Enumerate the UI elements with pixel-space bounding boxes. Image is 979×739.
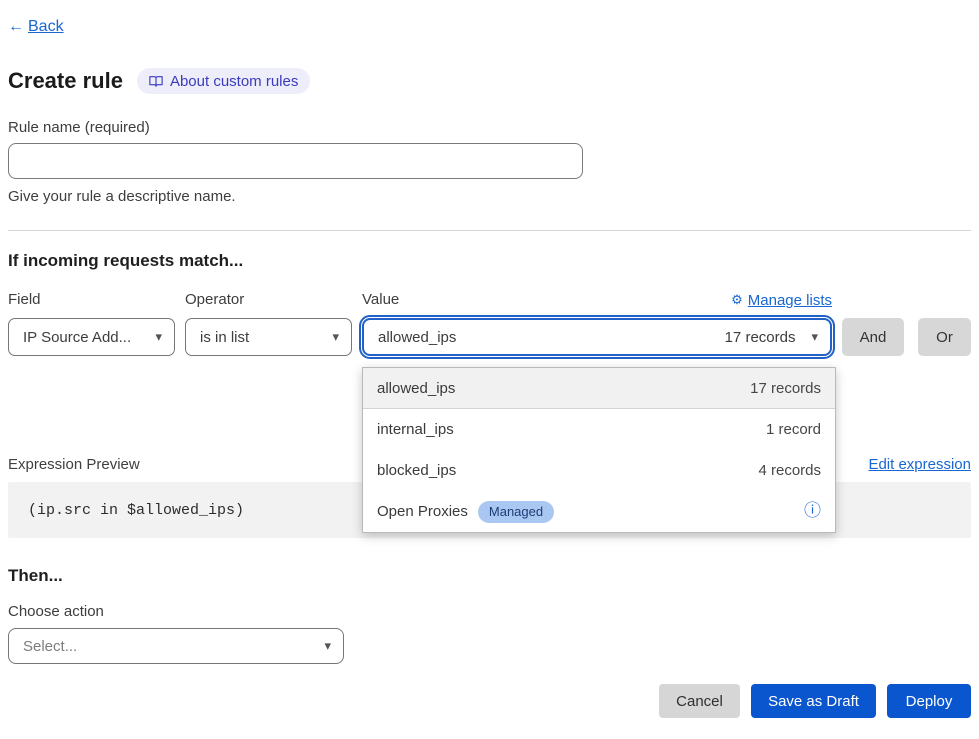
edit-expression-link[interactable]: Edit expression	[868, 456, 971, 473]
list-item-name: allowed_ips	[377, 380, 455, 397]
value-select-record-count: 17 records	[725, 329, 796, 346]
list-item-record-count: 17 records	[750, 380, 821, 397]
footer-actions: Cancel Save as Draft Deploy	[8, 684, 971, 718]
back-arrow-icon: ←	[8, 16, 24, 38]
then-section-heading: Then...	[8, 566, 971, 586]
operator-select[interactable]: is in list ▾	[185, 318, 352, 356]
title-row: Create rule About custom rules	[8, 66, 971, 96]
gear-icon: ⚙	[731, 292, 743, 308]
rule-name-label: Rule name (required)	[8, 118, 971, 137]
field-label: Field	[8, 291, 175, 309]
chevron-down-icon: ▾	[811, 329, 818, 345]
chevron-down-icon: ▾	[332, 329, 339, 345]
list-item-internal-ips[interactable]: internal_ips 1 record	[363, 409, 835, 450]
create-rule-page: ← Back Create rule About custom rules Ru…	[0, 0, 979, 739]
about-custom-rules-link[interactable]: About custom rules	[137, 68, 310, 94]
operator-label: Operator	[185, 291, 352, 309]
list-item-name: internal_ips	[377, 421, 454, 438]
value-column: Value ⚙ Manage lists allowed_ips 17 reco…	[362, 291, 832, 356]
page-title: Create rule	[8, 68, 123, 94]
action-select[interactable]: Select... ▾	[8, 628, 344, 664]
field-select-value: IP Source Add...	[23, 329, 131, 346]
and-button[interactable]: And	[842, 318, 904, 356]
book-icon	[149, 75, 163, 88]
field-select[interactable]: IP Source Add... ▾	[8, 318, 175, 356]
list-dropdown-menu: allowed_ips 17 records internal_ips 1 re…	[362, 367, 836, 533]
save-as-draft-button[interactable]: Save as Draft	[751, 684, 876, 718]
or-button[interactable]: Or	[918, 318, 971, 356]
expression-code: (ip.src in $allowed_ips)	[28, 502, 244, 519]
list-item-open-proxies[interactable]: Open Proxies Managed ⓘ	[363, 491, 835, 532]
list-item-name: Open Proxies	[377, 503, 468, 520]
choose-action-label: Choose action	[8, 602, 971, 621]
value-label-row: Value ⚙ Manage lists	[362, 291, 832, 309]
back-link-label: Back	[28, 16, 64, 38]
match-section-heading: If incoming requests match...	[8, 250, 971, 271]
value-label: Value	[362, 291, 399, 309]
value-select-value: allowed_ips	[378, 329, 456, 346]
manage-lists-link[interactable]: ⚙ Manage lists	[731, 292, 832, 309]
list-item-name: blocked_ips	[377, 462, 456, 479]
back-link[interactable]: ← Back	[8, 16, 64, 38]
operator-select-value: is in list	[200, 329, 249, 346]
operator-column: Operator is in list ▾	[185, 291, 352, 356]
section-divider	[8, 230, 971, 231]
cancel-button[interactable]: Cancel	[659, 684, 740, 718]
chevron-down-icon: ▾	[155, 329, 162, 345]
about-badge-label: About custom rules	[170, 73, 298, 90]
list-item-record-count: 4 records	[758, 462, 821, 479]
condition-row: Field IP Source Add... ▾ Operator is in …	[8, 291, 971, 356]
list-item-record-count: 1 record	[766, 421, 821, 438]
action-select-placeholder: Select...	[23, 638, 77, 655]
managed-badge: Managed	[478, 501, 554, 523]
rule-name-input[interactable]	[8, 143, 583, 179]
rule-name-helper: Give your rule a descriptive name.	[8, 187, 971, 206]
manage-lists-label: Manage lists	[748, 292, 832, 309]
deploy-button[interactable]: Deploy	[887, 684, 971, 718]
value-select[interactable]: allowed_ips 17 records ▾	[362, 318, 832, 356]
list-item-blocked-ips[interactable]: blocked_ips 4 records	[363, 450, 835, 491]
info-icon[interactable]: ⓘ	[804, 503, 821, 520]
chevron-down-icon: ▾	[324, 638, 331, 654]
expression-preview-label: Expression Preview	[8, 456, 140, 473]
list-item-allowed-ips[interactable]: allowed_ips 17 records	[363, 368, 835, 409]
field-column: Field IP Source Add... ▾	[8, 291, 175, 356]
